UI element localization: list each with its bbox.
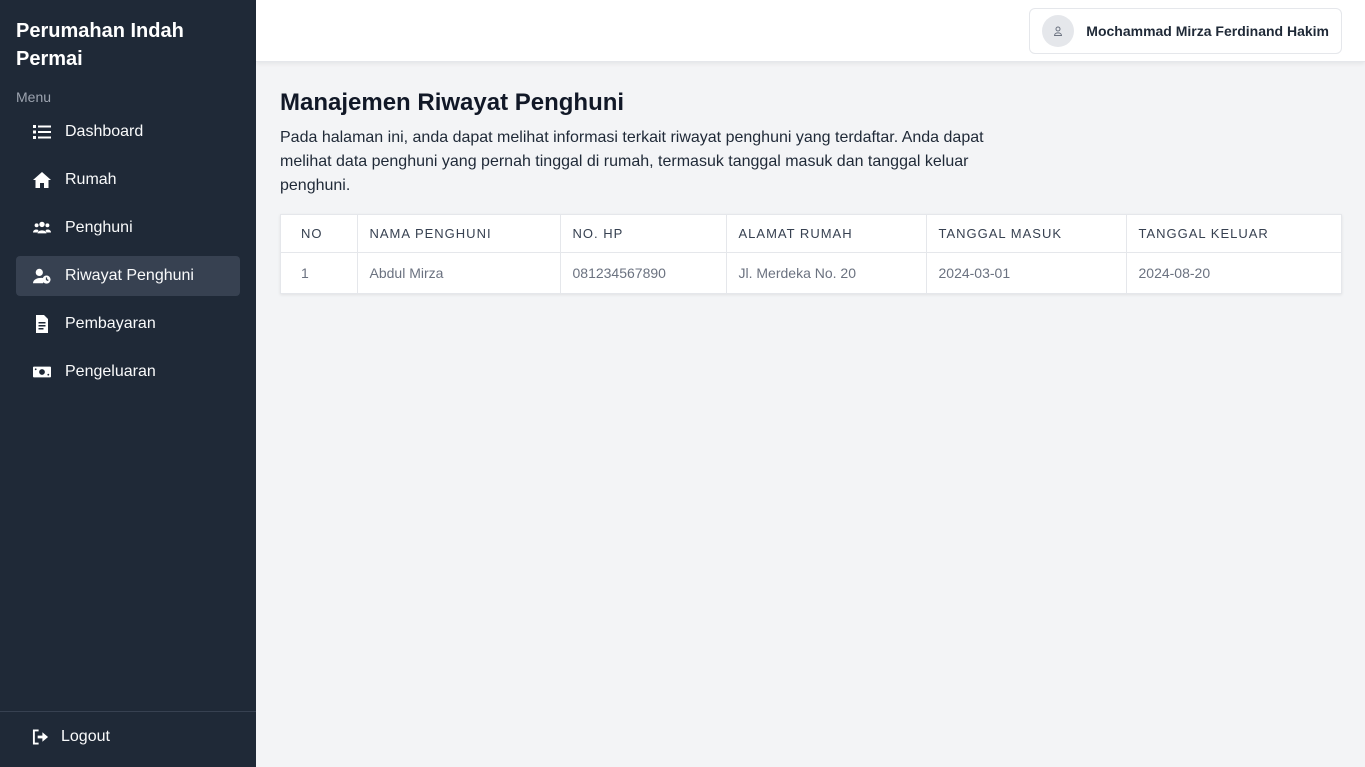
file-invoice-icon [32,314,52,334]
users-icon [32,218,52,238]
sidebar-item-label: Rumah [65,171,117,188]
user-name: Mochammad Mirza Ferdinand Hakim [1086,23,1329,39]
sidebar-item-dashboard[interactable]: Dashboard [16,112,240,152]
column-header: ALAMAT RUMAH [726,215,927,253]
sidebar-item-rumah[interactable]: Rumah [16,160,240,200]
table-row: 1 Abdul Mirza 081234567890 Jl. Merdeka N… [281,252,1341,293]
sidebar-item-label: Riwayat Penghuni [65,267,194,284]
logout-button[interactable]: Logout [32,724,110,750]
table-cell-no: 1 [281,252,358,293]
table-cell-address: Jl. Merdeka No. 20 [726,252,927,293]
sidebar-item-label: Pembayaran [65,315,156,332]
column-header: TANGGAL MASUK [926,215,1127,253]
column-header: NAMA PENGHUNI [357,215,561,253]
table-cell-phone: 081234567890 [560,252,727,293]
sidebar-item-label: Dashboard [65,123,144,140]
column-header: TANGGAL KELUAR [1126,215,1341,253]
table-header-row: NO NAMA PENGHUNI NO. HP ALAMAT RUMAH TAN… [281,215,1341,253]
list-icon [32,122,52,142]
sidebar-item-label: Pengeluaran [65,363,156,380]
column-header: NO. HP [560,215,727,253]
column-header: NO [281,215,358,253]
history-table: NO NAMA PENGHUNI NO. HP ALAMAT RUMAH TAN… [281,215,1341,293]
sign-out-icon [32,727,49,747]
menu-label: Menu [16,89,52,105]
home-icon [32,170,52,190]
sidebar-item-label: Penghuni [65,219,133,236]
sidebar-nav: Dashboard Rumah Penghuni Riwayat Penghun… [16,112,240,400]
table-cell-date-in: 2024-03-01 [926,252,1127,293]
avatar [1042,15,1075,47]
user-menu-button[interactable]: Mochammad Mirza Ferdinand Hakim [1029,8,1342,54]
sidebar: Perumahan Indah Permai Menu Dashboard Ru… [0,0,256,767]
brand-title: Perumahan Indah Permai [16,20,184,70]
history-table-card: NO NAMA PENGHUNI NO. HP ALAMAT RUMAH TAN… [280,214,1342,294]
top-bar: Mochammad Mirza Ferdinand Hakim [256,0,1365,62]
page-description: Pada halaman ini, anda dapat melihat inf… [280,129,984,194]
user-clock-icon [32,266,52,286]
user-icon [1054,26,1063,36]
sidebar-item-penghuni[interactable]: Penghuni [16,208,240,248]
table-cell-name: Abdul Mirza [357,252,561,293]
logout-label: Logout [61,728,110,745]
sidebar-item-pembayaran[interactable]: Pembayaran [16,304,240,344]
sidebar-item-pengeluaran[interactable]: Pengeluaran [16,352,240,392]
page-title: Manajemen Riwayat Penghuni [280,89,625,116]
money-bill-icon [32,362,52,382]
sidebar-divider [0,711,256,712]
sidebar-item-riwayat-penghuni[interactable]: Riwayat Penghuni [16,256,240,296]
table-cell-date-out: 2024-08-20 [1138,264,1211,281]
